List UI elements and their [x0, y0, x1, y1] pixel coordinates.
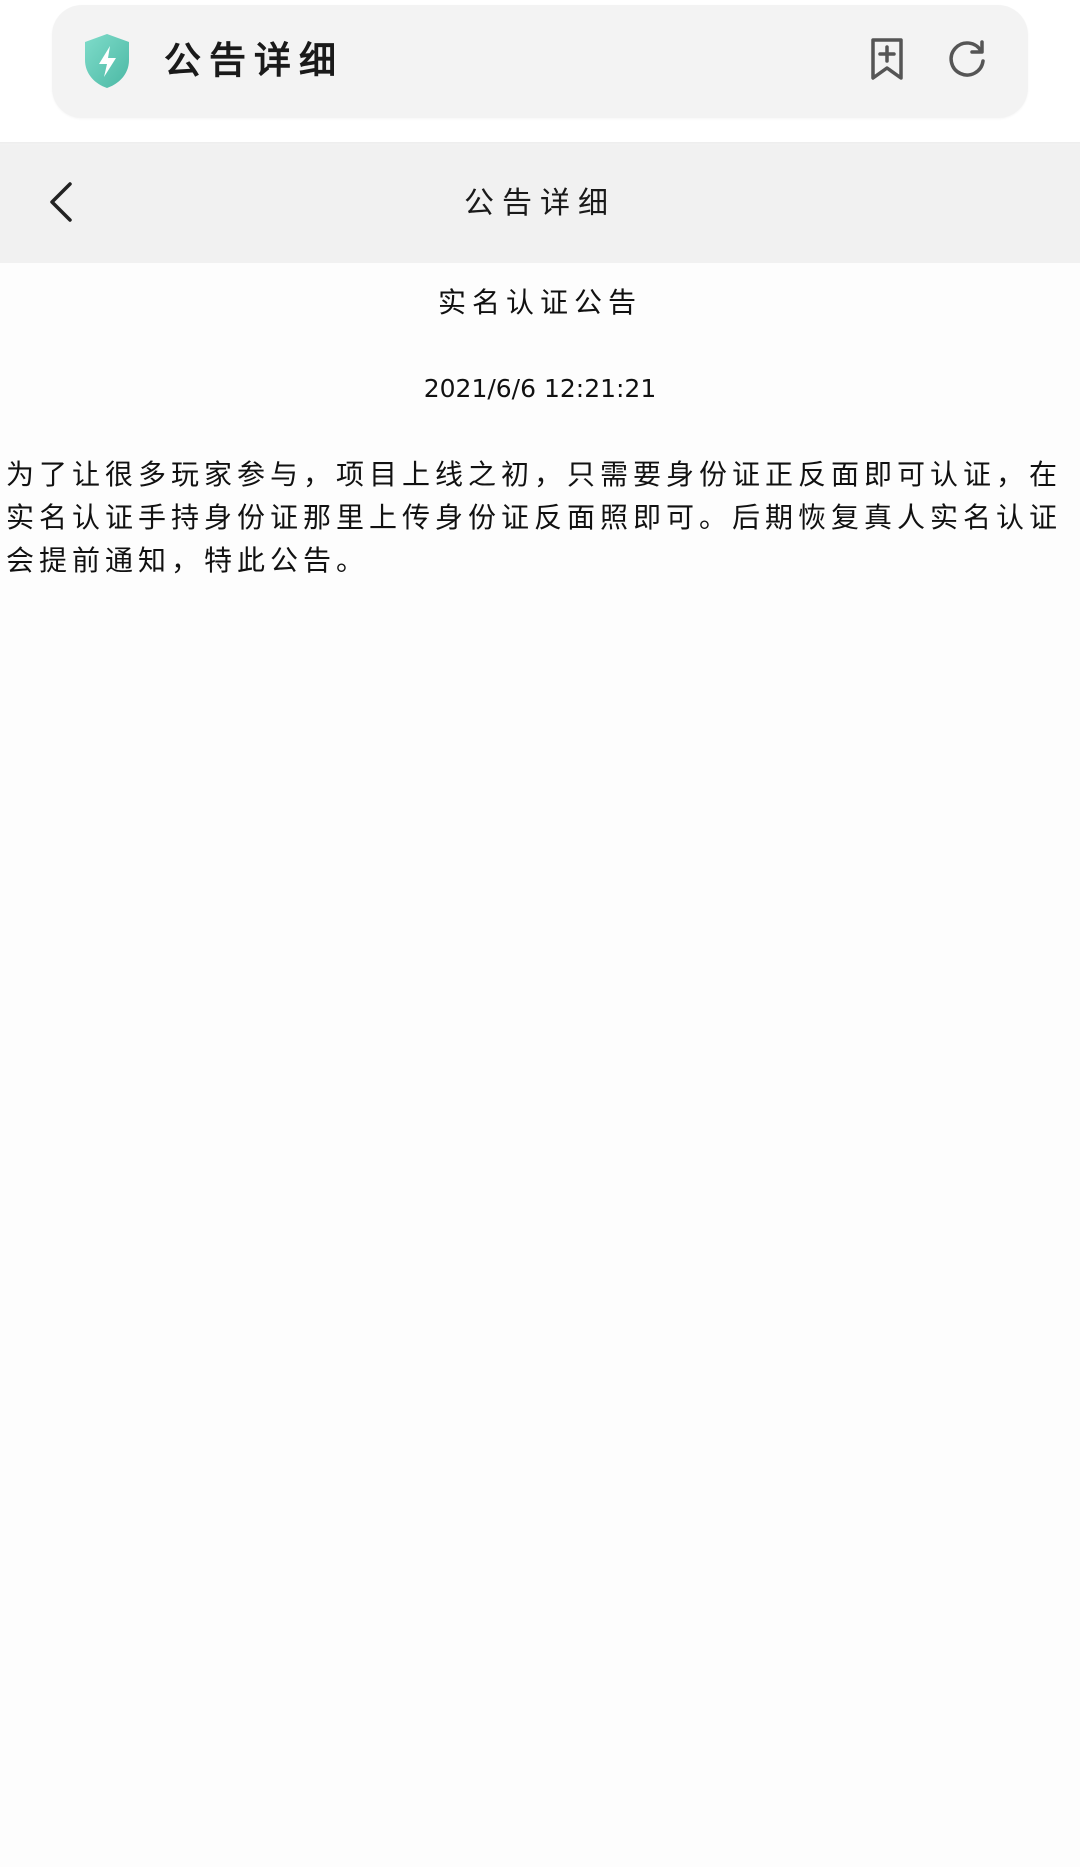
- chevron-left-icon: [46, 180, 76, 228]
- refresh-icon: [945, 37, 989, 85]
- page-header: 公告详细: [0, 145, 1080, 263]
- address-bar[interactable]: 公告详细: [52, 5, 1028, 118]
- browser-toolbar: 公告详细: [0, 0, 1080, 145]
- notice-title: 实名认证公告: [437, 286, 642, 319]
- browser-page-title: 公告详细: [164, 39, 344, 82]
- bookmark-add-icon: [867, 36, 907, 86]
- refresh-button[interactable]: [944, 38, 990, 84]
- shield-bolt-icon: [82, 32, 132, 90]
- notice-body: 为了让很多玩家参与，项目上线之初，只需要身份证正反面即可认证，在实名认证手持身份…: [6, 458, 1063, 577]
- bookmark-add-button[interactable]: [864, 38, 910, 84]
- back-button[interactable]: [36, 175, 86, 233]
- notice-timestamp: 2021/6/6 12:21:21: [423, 374, 657, 403]
- page-title: 公告详细: [464, 186, 616, 221]
